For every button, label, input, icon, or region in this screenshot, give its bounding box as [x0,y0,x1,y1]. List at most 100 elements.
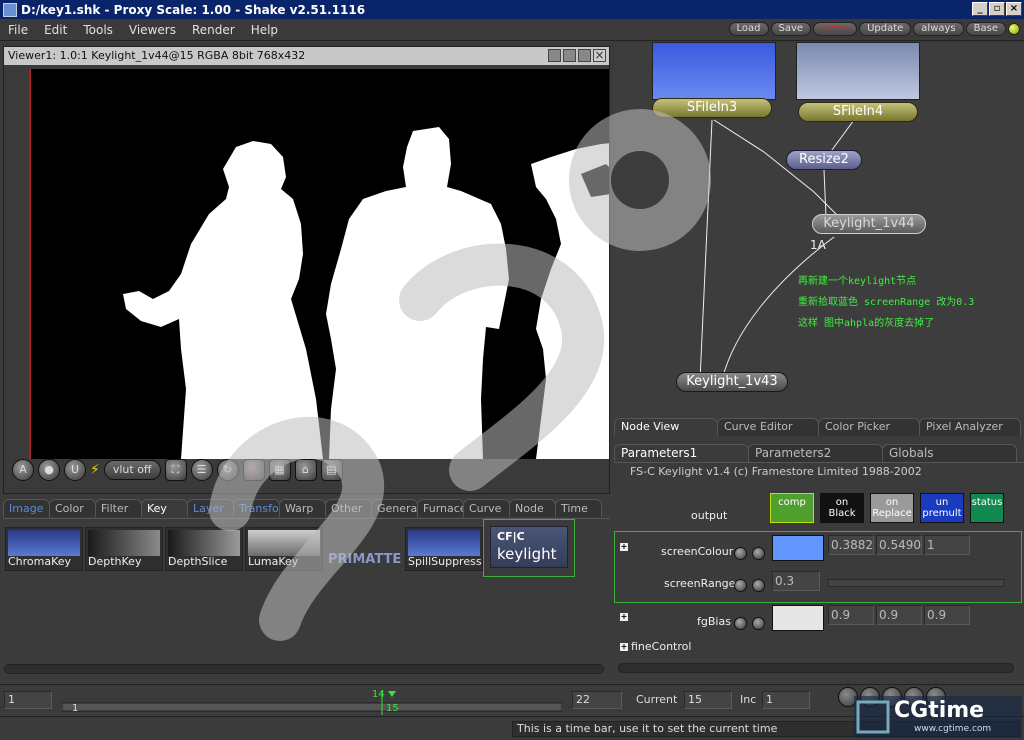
output-status-button[interactable]: status [970,493,1004,523]
viewer-minimize-icon[interactable] [548,49,561,62]
node-sfilein3[interactable]: SFileIn3 [652,98,772,118]
fgbias-link-icon[interactable] [752,617,765,630]
tab-pixel-analyzer[interactable]: Pixel Analyzer [919,418,1021,436]
tab-time[interactable]: Time [555,499,602,517]
menu-help[interactable]: Help [243,23,286,37]
tab-curve-editor[interactable]: Curve Editor [717,418,819,436]
end-frame-field[interactable]: 22 [572,691,622,709]
viewer-grid-icon[interactable] [578,49,591,62]
channel-a-button[interactable]: A [12,459,34,481]
minimize-button[interactable]: _ [972,2,988,16]
tab-globals[interactable]: Globals [882,444,1017,462]
flipbook-icon[interactable]: ▤ [320,459,343,481]
node-keylight-1v44[interactable]: Keylight_1v44 [812,214,926,234]
fgbias-red-field[interactable]: 0.9 [828,605,874,625]
tool-lumakey[interactable]: LumaKey [245,527,323,571]
expand-fgbias-icon[interactable]: + [620,613,628,621]
sfilein4-thumbnail[interactable] [796,42,920,100]
home-icon[interactable]: ⌂ [294,459,317,481]
viewer-image-canvas[interactable] [29,69,609,459]
params-scrollbar[interactable] [618,663,1014,673]
refresh-icon[interactable]: ↻ [216,459,239,481]
screencolour-animate-icon[interactable] [734,547,747,560]
screenrange-animate-icon[interactable] [734,579,747,592]
screenrange-field[interactable]: 0.3 [772,571,820,591]
frame-icon[interactable]: ⛶ [164,459,187,481]
tab-color-picker[interactable]: Color Picker [818,418,920,436]
output-on-replace-button[interactable]: on Replace [870,493,914,523]
tab-color[interactable]: Color [49,499,96,517]
tool-panel-scrollbar[interactable] [4,664,604,674]
finecontrol-label[interactable]: fineControl [631,640,691,653]
tool-depthslice[interactable]: DepthSlice [165,527,243,571]
output-unpremult-button[interactable]: un premult [920,493,964,523]
fgbias-swatch[interactable] [772,605,824,631]
sfilein3-thumbnail[interactable] [652,42,776,100]
channel-u-button[interactable]: U [64,459,86,481]
load-button[interactable]: Load [728,22,769,36]
tab-parameters1[interactable]: Parameters1 [614,444,749,462]
save-button[interactable]: Save [770,22,812,36]
tab-filter[interactable]: Filter [95,499,142,517]
menu-render[interactable]: Render [184,23,243,37]
node-sfilein4[interactable]: SFileIn4 [798,102,918,122]
tab-parameters2[interactable]: Parameters2 [748,444,883,462]
tab-other[interactable]: Other [325,499,372,517]
tool-keylight[interactable]: CF|C keylight [483,519,575,577]
tab-node-view[interactable]: Node View [614,418,718,436]
screencolour-swatch[interactable] [772,535,824,561]
tab-furnace[interactable]: Furnace [417,499,464,517]
tab-key[interactable]: Key [141,499,188,517]
output-comp-button[interactable]: comp [770,493,814,523]
node-keylight-1v43[interactable]: Keylight_1v43 [676,372,788,392]
screencolour-link-icon[interactable] [752,547,765,560]
grid-icon[interactable]: ▦ [268,459,291,481]
tab-curve[interactable]: Curve [463,499,510,517]
tool-primatte[interactable]: PRIMATTE [325,527,403,571]
screencolour-blue-field[interactable]: 1 [924,535,970,555]
record-dot-icon[interactable]: ● [38,459,60,481]
current-frame-field[interactable]: 15 [684,691,732,709]
vlut-toggle[interactable]: vlut off [103,460,161,480]
node-view[interactable]: SFileIn3 SFileIn4 Resize2 Keylight_1v44 … [614,42,1024,418]
menu-tools[interactable]: Tools [75,23,121,37]
time-track[interactable]: 1 14 15 [61,689,563,715]
base-button[interactable]: Base [965,22,1006,36]
fgbias-animate-icon[interactable] [734,617,747,630]
expand-finecontrol-icon[interactable]: + [620,643,628,651]
output-on-black-button[interactable]: on Black [820,493,864,523]
curve-icon[interactable] [813,22,858,36]
tab-layer[interactable]: Layer [187,499,234,517]
tool-chromakey[interactable]: ChromaKey [5,527,83,571]
tab-node[interactable]: Node [509,499,556,517]
increment-field[interactable]: 1 [762,691,810,709]
screencolour-green-field[interactable]: 0.5490 [876,535,922,555]
start-frame-field[interactable]: 1 [4,691,52,709]
tab-image[interactable]: Image [3,499,50,517]
tool-depthkey[interactable]: DepthKey [85,527,163,571]
tab-generate[interactable]: Generate [371,499,418,517]
viewer-resize-icon[interactable] [563,49,576,62]
screenrange-slider[interactable] [828,579,1004,587]
update-mode-button[interactable]: always [913,22,964,36]
close-button[interactable]: × [1006,2,1022,16]
maximize-button[interactable]: ▫ [989,2,1005,16]
update-button[interactable]: Update [859,22,912,36]
viewer-close-icon[interactable]: × [593,49,606,62]
menu-file[interactable]: File [0,23,36,37]
compare-icon[interactable]: ☰ [190,459,213,481]
logo-name: CGtime [894,698,985,723]
roi-icon[interactable]: ▭ [242,459,265,481]
screencolour-red-field[interactable]: 0.3882 [828,535,874,555]
fgbias-blue-field[interactable]: 0.9 [924,605,970,625]
tab-warp[interactable]: Warp [279,499,326,517]
menu-edit[interactable]: Edit [36,23,75,37]
lightning-icon[interactable]: ⚡ [90,462,100,478]
screenrange-link-icon[interactable] [752,579,765,592]
node-resize2[interactable]: Resize2 [786,150,862,170]
expand-screencolour-icon[interactable]: + [620,543,628,551]
tab-transform[interactable]: Transform [233,499,280,517]
menu-viewers[interactable]: Viewers [121,23,184,37]
tool-spillsuppress[interactable]: SpillSuppress [405,527,483,571]
fgbias-green-field[interactable]: 0.9 [876,605,922,625]
